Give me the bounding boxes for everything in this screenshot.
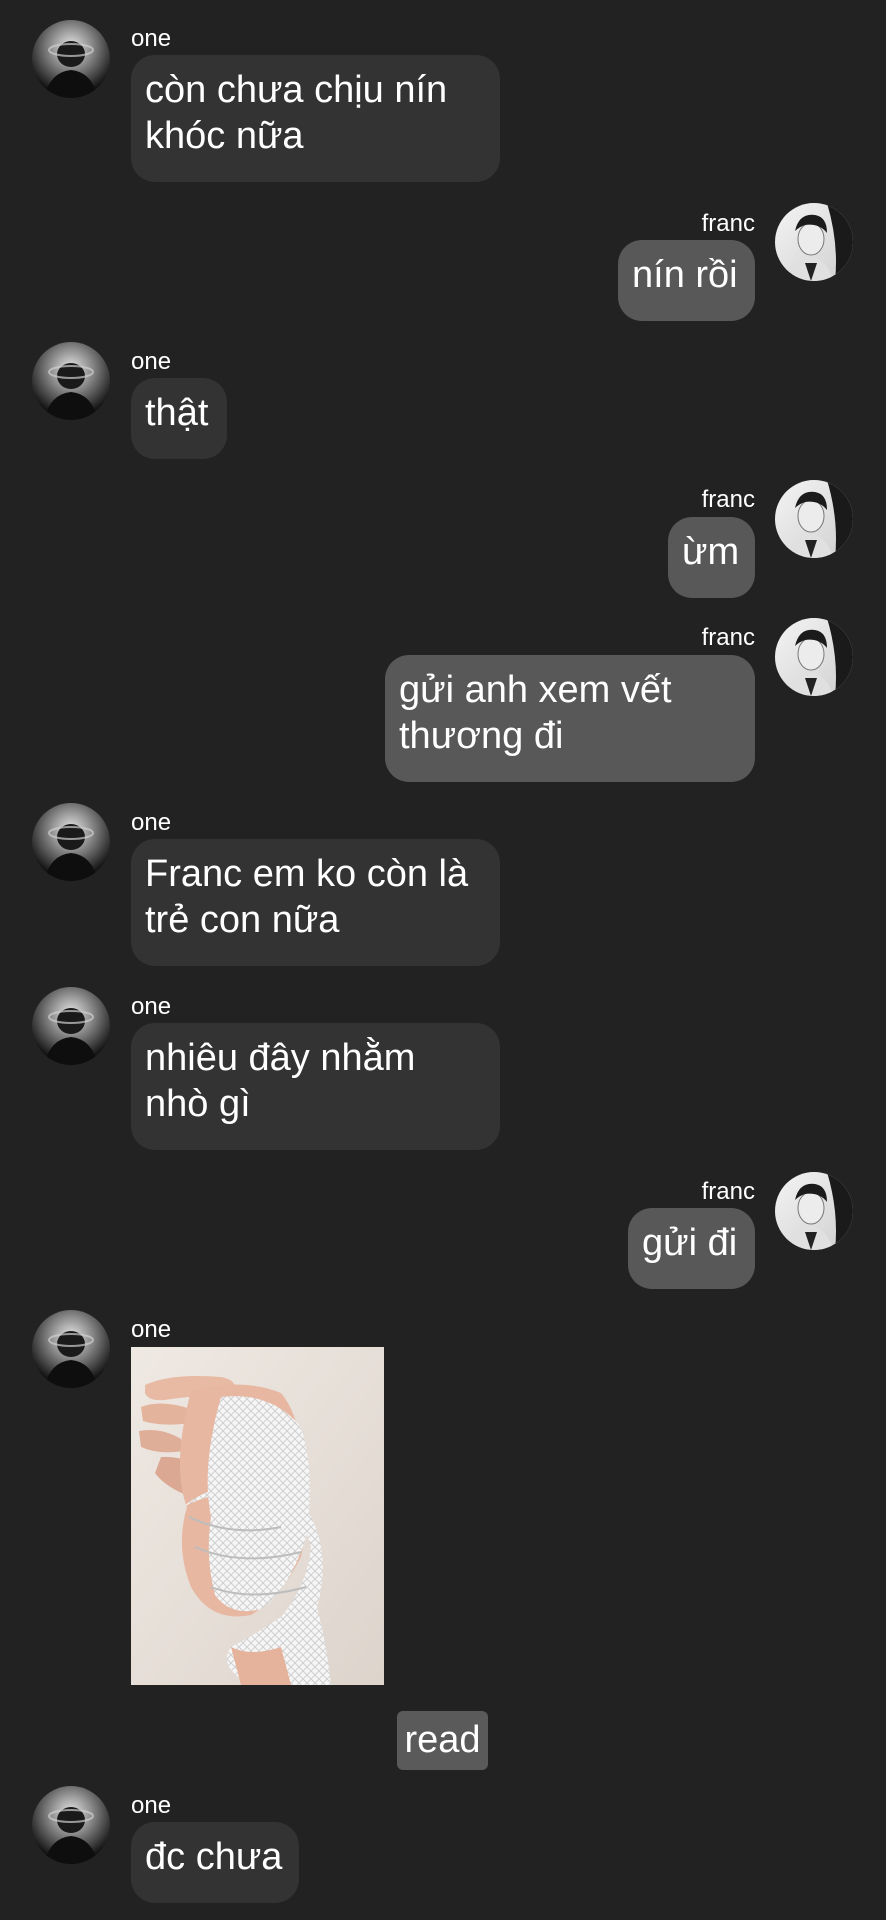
message-text: nín rồi bbox=[632, 254, 738, 296]
message-text: nhiêu đây nhằm bbox=[145, 1037, 416, 1079]
sender-name: franc bbox=[701, 624, 755, 651]
message-text: còn chưa chịu nín bbox=[145, 69, 448, 111]
message-bubble[interactable]: gửi anh xem vết thương đi bbox=[385, 655, 755, 782]
avatar-one-icon[interactable] bbox=[32, 20, 110, 98]
message-text: gửi anh xem vết bbox=[399, 669, 672, 711]
avatar-franc-icon[interactable] bbox=[775, 618, 853, 696]
avatar-franc-icon[interactable] bbox=[775, 480, 853, 558]
message-bubble[interactable]: thật bbox=[131, 378, 227, 459]
message-text: thật bbox=[145, 392, 209, 434]
avatar-one-icon[interactable] bbox=[32, 1310, 110, 1388]
message-text: gửi đi bbox=[642, 1222, 738, 1264]
sender-name: one bbox=[131, 25, 172, 52]
avatar-franc-icon[interactable] bbox=[775, 203, 853, 281]
sender-name: franc bbox=[701, 1178, 755, 1205]
message-text: thương đi bbox=[399, 715, 564, 757]
message-bubble[interactable]: Franc em ko còn là trẻ con nữa bbox=[131, 839, 500, 966]
message-bubble[interactable]: ừm bbox=[668, 517, 755, 598]
avatar-one-icon[interactable] bbox=[32, 803, 110, 881]
sender-name: one bbox=[131, 1316, 172, 1343]
sender-name: franc bbox=[701, 486, 755, 513]
message-text: Franc em ko còn là bbox=[145, 853, 469, 895]
avatar-franc-icon[interactable] bbox=[775, 1172, 853, 1250]
read-receipt-badge: read bbox=[397, 1711, 488, 1770]
message-text: trẻ con nữa bbox=[145, 899, 340, 941]
avatar-one-icon[interactable] bbox=[32, 1786, 110, 1864]
avatar-one-icon[interactable] bbox=[32, 342, 110, 420]
avatar-one-icon[interactable] bbox=[32, 987, 110, 1065]
sender-name: one bbox=[131, 993, 172, 1020]
message-bubble[interactable]: nhiêu đây nhằm nhò gì bbox=[131, 1023, 500, 1150]
bandaged-hand-photo[interactable] bbox=[131, 1347, 384, 1685]
sender-name: franc bbox=[701, 210, 755, 237]
message-text: khóc nữa bbox=[145, 115, 304, 157]
sender-name: one bbox=[131, 809, 172, 836]
sender-name: one bbox=[131, 348, 172, 375]
sender-name: one bbox=[131, 1792, 172, 1819]
message-bubble[interactable]: gửi đi bbox=[628, 1208, 755, 1289]
message-text: nhò gì bbox=[145, 1083, 251, 1125]
message-text: ừm bbox=[682, 531, 740, 573]
message-bubble[interactable]: nín rồi bbox=[618, 240, 755, 321]
message-text: đc chưa bbox=[145, 1836, 283, 1878]
message-bubble[interactable]: còn chưa chịu nín khóc nữa bbox=[131, 55, 500, 182]
message-bubble[interactable]: đc chưa bbox=[131, 1822, 299, 1903]
